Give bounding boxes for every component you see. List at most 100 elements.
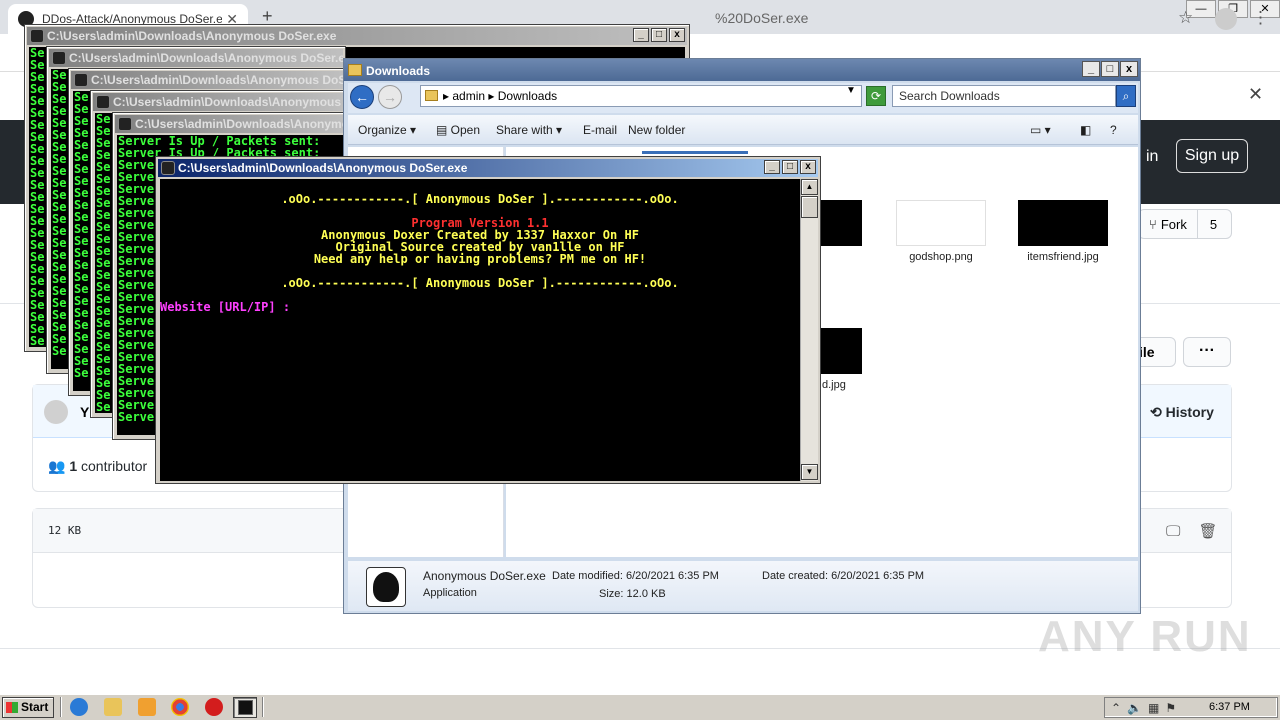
media-player-icon[interactable] bbox=[138, 698, 156, 716]
maximize-button[interactable]: □ bbox=[651, 28, 667, 42]
fork-label: Fork bbox=[1160, 216, 1187, 232]
sign-up-button[interactable]: Sign up bbox=[1176, 139, 1248, 173]
contributors-summary[interactable]: 👥 1 contributor bbox=[48, 458, 147, 475]
help-icon[interactable]: ? bbox=[1110, 123, 1117, 137]
share-with-label: Share with bbox=[496, 123, 553, 137]
console-titlebar[interactable]: C:\Users\admin\Downloads\Anonymous DoSer… bbox=[27, 27, 687, 45]
breadcrumb-downloads[interactable]: Downloads bbox=[498, 89, 557, 103]
breadcrumb-chevron-icon: ▸ bbox=[488, 89, 498, 103]
forward-button[interactable]: → bbox=[378, 85, 402, 109]
maximize-button[interactable]: □ bbox=[782, 160, 798, 174]
fork-button[interactable]: ⑂ Fork 5 bbox=[1138, 209, 1232, 239]
close-button[interactable]: x bbox=[800, 160, 816, 174]
scroll-up-arrow-icon[interactable]: ▲ bbox=[801, 179, 818, 195]
address-bar-url[interactable]: %20DoSer.exe bbox=[715, 10, 808, 26]
console-titlebar[interactable]: C:\Users\admin\Downloads\Anonymous DoSer… bbox=[49, 49, 343, 67]
view-options-icon[interactable]: ▭ ▾ bbox=[1030, 123, 1051, 137]
fork-icon: ⑂ bbox=[1149, 216, 1157, 232]
minimize-button[interactable]: _ bbox=[764, 160, 780, 174]
more-options-button[interactable]: ··· bbox=[1183, 337, 1231, 367]
close-button[interactable]: x bbox=[1120, 61, 1138, 77]
start-button[interactable]: Start bbox=[2, 697, 54, 718]
console-icon bbox=[161, 161, 175, 175]
volume-icon[interactable]: 🔈 bbox=[1127, 701, 1148, 715]
bookmark-star-icon[interactable]: ☆ bbox=[1178, 8, 1193, 28]
chrome-icon[interactable] bbox=[171, 698, 189, 716]
explorer-titlebar[interactable] bbox=[344, 59, 1140, 81]
taskbar-anonymous-doser[interactable] bbox=[233, 697, 257, 718]
close-button[interactable]: x bbox=[669, 28, 685, 42]
share-with-button[interactable]: Share with ▾ bbox=[496, 123, 562, 137]
clock[interactable]: 6:37 PM bbox=[1209, 701, 1250, 713]
file-name[interactable]: itemsfriend.jpg bbox=[1008, 251, 1118, 263]
console-title: C:\Users\admin\Downloads\Anonymous DoSer… bbox=[135, 117, 349, 131]
file-name[interactable]: godshop.png bbox=[886, 251, 996, 263]
anonymous-app-icon bbox=[238, 700, 253, 715]
taskbar-separator bbox=[262, 697, 264, 717]
main-console-titlebar[interactable]: C:\Users\admin\Downloads\Anonymous DoSer… bbox=[158, 159, 818, 177]
minimize-button[interactable]: _ bbox=[633, 28, 649, 42]
email-button[interactable]: E-mail bbox=[583, 123, 617, 137]
details-file-type: Application bbox=[423, 587, 477, 599]
trash-icon[interactable]: 🗑 bbox=[1198, 523, 1235, 540]
file-actions: 🖵🗑 bbox=[1166, 522, 1236, 540]
console-titlebar[interactable]: C:\Users\admin\Downloads\Anonymous DoSer… bbox=[93, 93, 347, 111]
address-bar[interactable]: ▸ admin ▸ Downloads bbox=[420, 85, 862, 107]
console-icon bbox=[96, 95, 110, 109]
explorer-title: Downloads bbox=[348, 61, 430, 81]
contributors-label: contributor bbox=[81, 458, 148, 474]
console-title: C:\Users\admin\Downloads\Anonymous DoSer… bbox=[113, 95, 347, 109]
network-icon[interactable]: ▦ bbox=[1148, 701, 1165, 715]
folder-icon bbox=[348, 64, 362, 76]
console-titlebar[interactable]: C:\Users\admin\Downloads\Anonymous DoSer… bbox=[71, 71, 345, 89]
console-title: C:\Users\admin\Downloads\Anonymous DoSer… bbox=[91, 73, 345, 87]
console-icon bbox=[30, 29, 44, 43]
minimize-button[interactable]: _ bbox=[1082, 61, 1100, 77]
size-value: 12.0 KB bbox=[626, 588, 666, 600]
console-icon bbox=[74, 73, 88, 87]
taskbar bbox=[0, 694, 1280, 720]
console-scrollbar[interactable]: ▲ ▼ bbox=[800, 179, 818, 481]
internet-explorer-icon[interactable] bbox=[70, 698, 88, 716]
breadcrumb-admin[interactable]: admin bbox=[452, 89, 485, 103]
folder-icon bbox=[425, 90, 438, 101]
profile-avatar-icon[interactable] bbox=[1215, 8, 1237, 30]
author-avatar[interactable] bbox=[44, 400, 68, 424]
opera-icon[interactable] bbox=[205, 698, 223, 716]
scroll-down-arrow-icon[interactable]: ▼ bbox=[801, 464, 818, 480]
scroll-thumb[interactable] bbox=[801, 196, 818, 218]
organize-button[interactable]: Organize ▾ bbox=[358, 123, 416, 137]
refresh-button[interactable]: ⟳ bbox=[866, 86, 886, 106]
anyrun-watermark: ANY RUN bbox=[1038, 612, 1252, 661]
address-dropdown-icon[interactable]: ▼ bbox=[846, 85, 856, 96]
kebab-menu-icon[interactable]: ⋮ bbox=[1252, 8, 1269, 28]
infobar-close-icon[interactable]: ✕ bbox=[1248, 84, 1263, 105]
history-link[interactable]: ⟲ History bbox=[1150, 404, 1214, 421]
explorer-folder-icon[interactable] bbox=[104, 698, 122, 716]
desktop-icon[interactable]: 🖵 bbox=[1166, 523, 1198, 540]
console-icon bbox=[52, 51, 66, 65]
date-created-label: Date created: bbox=[762, 570, 829, 582]
file-name[interactable]: d.jpg bbox=[822, 379, 932, 391]
details-size: Size: 12.0 KB bbox=[599, 588, 666, 600]
author-name[interactable]: Y bbox=[80, 404, 89, 420]
explorer-toolbar: Organize ▾ ▤ Open Share with ▾ E-mail Ne… bbox=[348, 115, 1138, 145]
back-button[interactable]: ← bbox=[350, 85, 374, 109]
file-thumbnail[interactable] bbox=[1018, 200, 1108, 246]
website-prompt[interactable]: Website [URL/IP] : bbox=[160, 301, 800, 313]
preview-pane-icon[interactable]: ◧ bbox=[1080, 123, 1091, 137]
help-line: Need any help or having problems? PM me … bbox=[313, 252, 647, 266]
search-input[interactable]: Search Downloads bbox=[892, 85, 1116, 107]
open-button[interactable]: ▤ Open bbox=[436, 123, 480, 137]
breadcrumb-chevron-icon: ▸ bbox=[443, 89, 453, 103]
console-titlebar[interactable]: C:\Users\admin\Downloads\Anonymous DoSer… bbox=[115, 115, 349, 133]
sign-in-link[interactable]: in bbox=[1146, 148, 1158, 166]
details-file-name: Anonymous DoSer.exe bbox=[423, 569, 546, 583]
new-folder-button[interactable]: New folder bbox=[628, 123, 685, 137]
search-icon[interactable]: ⌕ bbox=[1116, 85, 1136, 107]
tray-expand-icon[interactable]: ⌃ bbox=[1111, 701, 1127, 715]
file-thumbnail[interactable] bbox=[896, 200, 986, 246]
main-console-window[interactable]: C:\Users\admin\Downloads\Anonymous DoSer… bbox=[155, 156, 821, 484]
action-center-flag-icon[interactable]: ⚑ bbox=[1165, 701, 1182, 715]
maximize-button[interactable]: □ bbox=[1101, 61, 1119, 77]
